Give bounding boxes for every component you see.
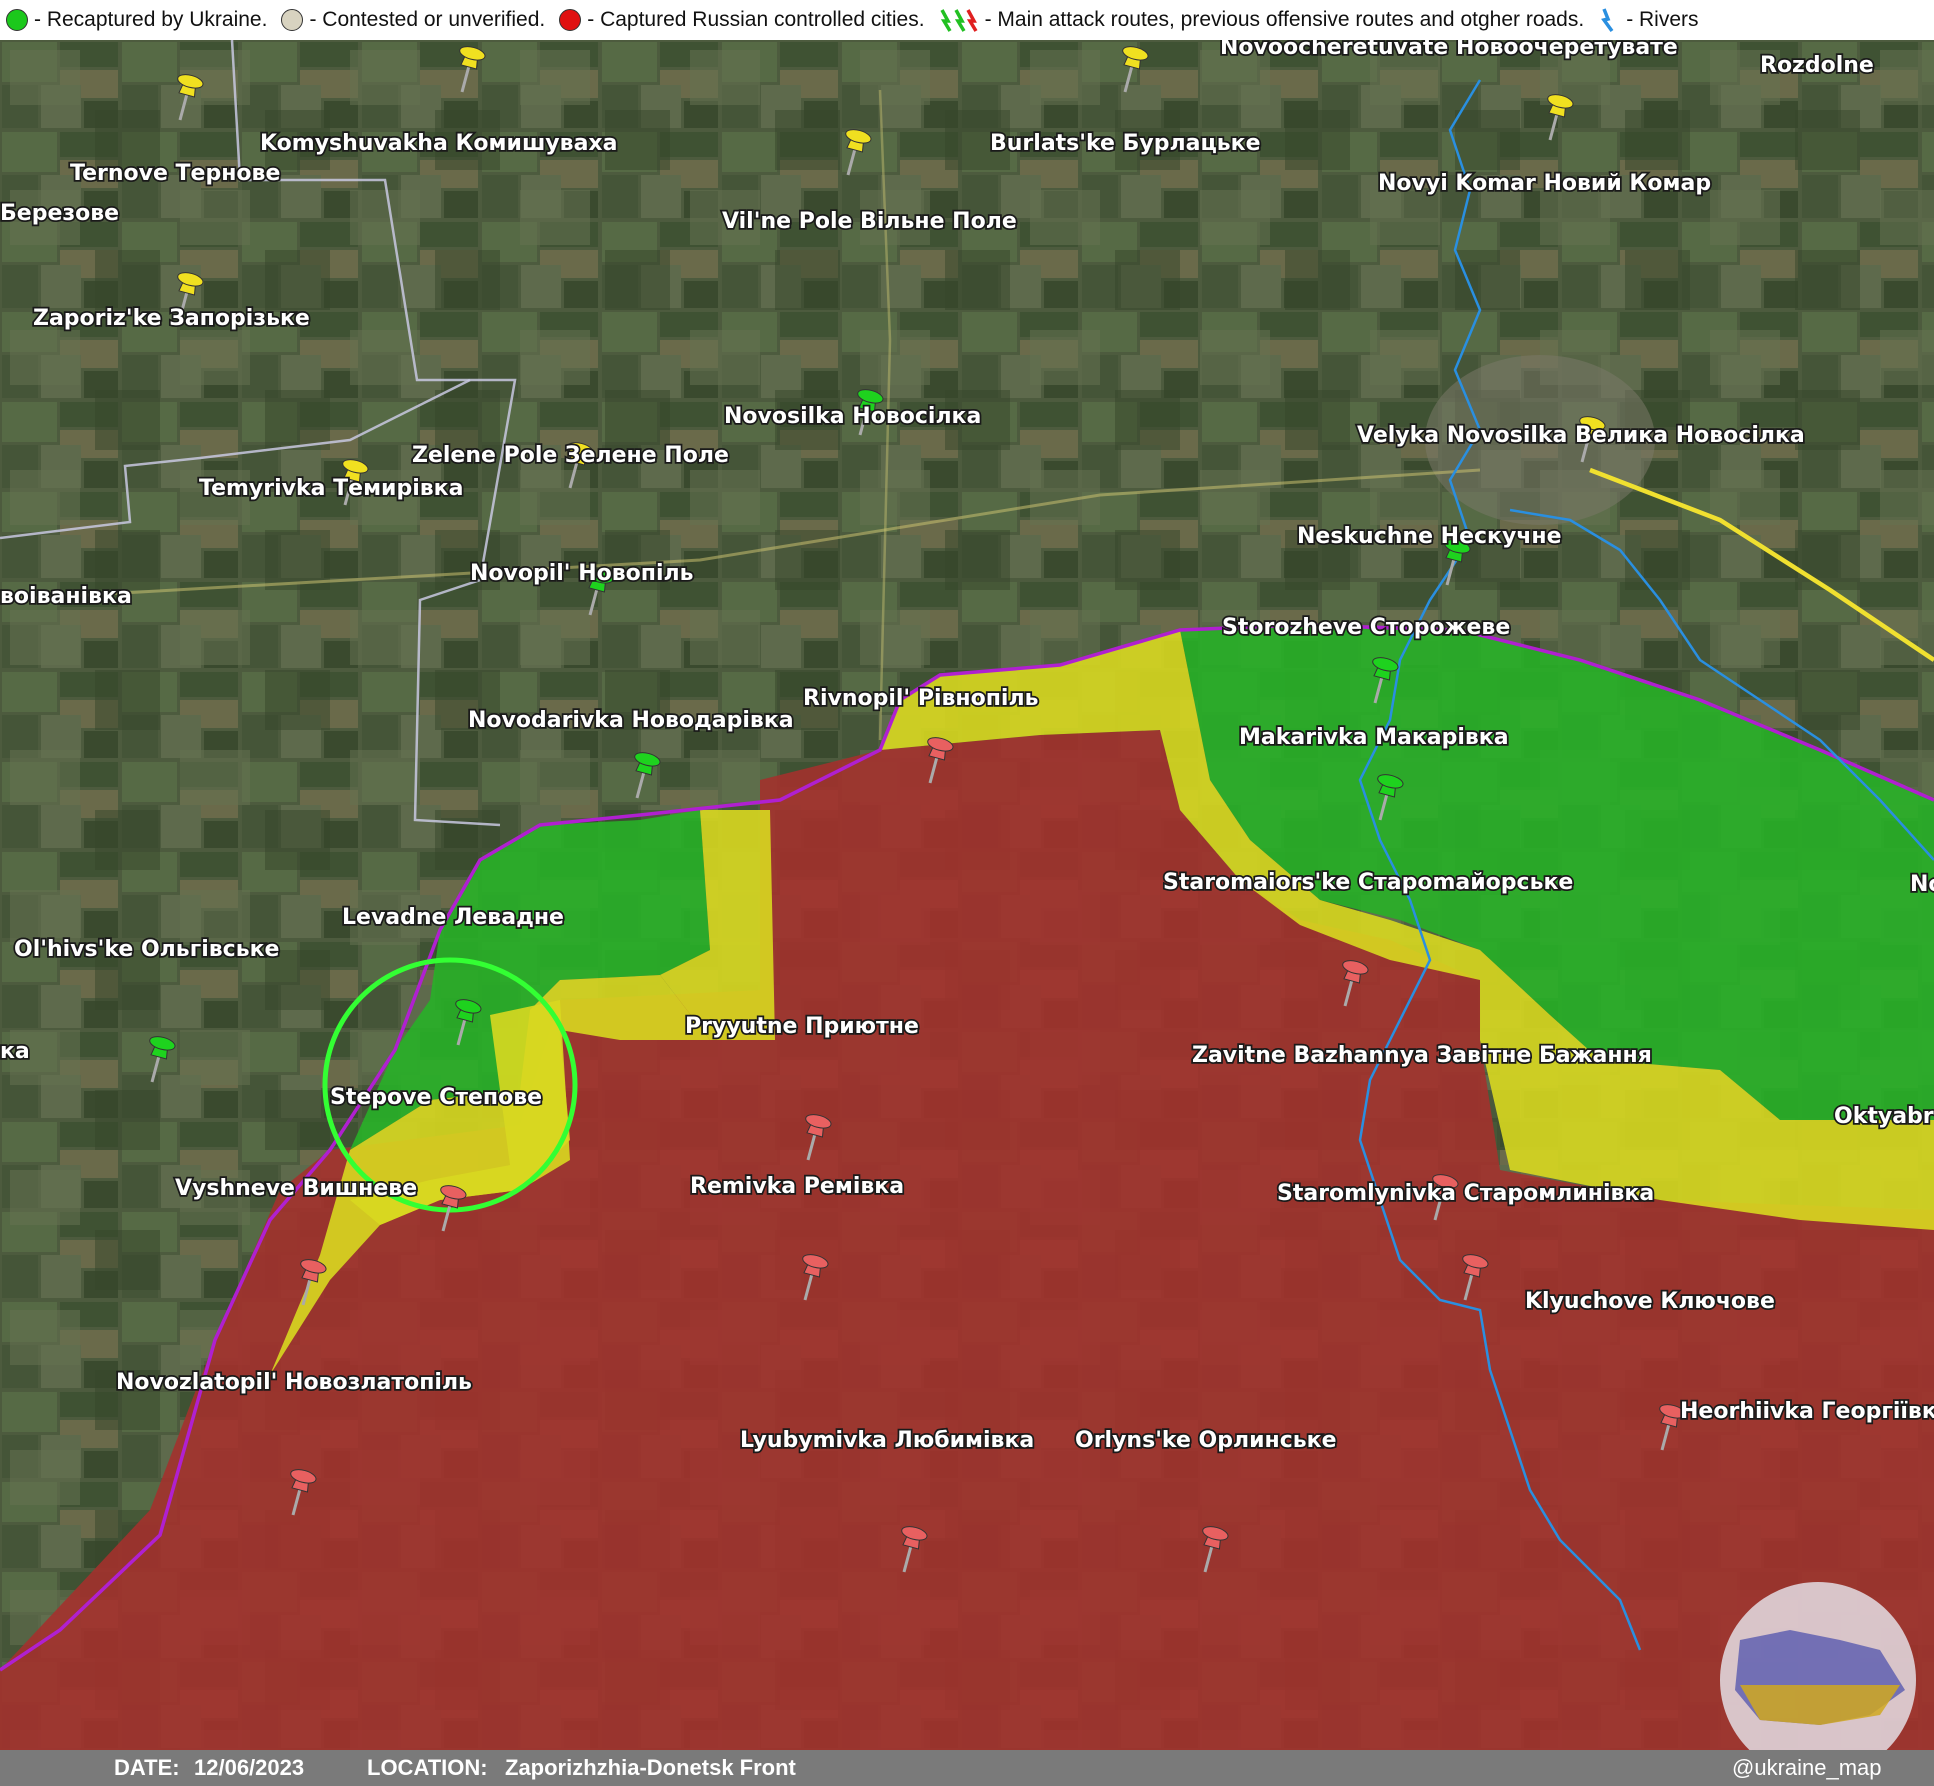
legend-routes: - Main attack routes, previous offensive… [939, 7, 1585, 33]
place-label: Novopil' Новопіль [470, 561, 694, 586]
legend-recaptured-label: - Recaptured by Ukraine. [34, 8, 268, 31]
author-handle: @ukraine_map [1732, 1755, 1882, 1780]
location-label: LOCATION: [367, 1755, 488, 1780]
place-label: Ternove Тернове [70, 161, 280, 186]
place-label: Heorhiivka Георгіївка [1680, 1399, 1934, 1424]
place-label: Vyshneve Вишневе [175, 1176, 417, 1201]
place-label: Novozlatopil' Новозлатопіль [116, 1370, 472, 1395]
place-label: Storozheve Сторожеве [1222, 615, 1510, 640]
place-label: Staromlynivka Старомлинівка [1277, 1181, 1654, 1206]
legend-captured-label: - Captured Russian controlled cities. [587, 8, 925, 31]
map-area[interactable]: Ternove Тернове Komyshuvakha Комишуваха Bu… [0, 40, 1934, 1750]
beige-dot-icon [281, 9, 304, 31]
place-label: воіванівка [0, 584, 132, 609]
place-label: Vil'ne Pole Вільне Поле [722, 209, 1017, 234]
legend-captured: - Captured Russian controlled cities. [559, 8, 925, 32]
place-label: Stepove Степове [330, 1085, 542, 1110]
place-label: No [1910, 872, 1934, 897]
place-label: Lyubymivka Любимівка [740, 1428, 1034, 1453]
place-label: Rozdolne [1760, 53, 1874, 78]
place-label: Oktyabr [1834, 1104, 1934, 1129]
footer-bar: DATE: 12/06/2023 LOCATION: Zaporizhzhia-… [0, 1750, 1934, 1786]
place-label: Березове [0, 201, 119, 226]
place-label: ка [0, 1039, 30, 1064]
place-label: Zavitne Bazhannya Завітне Бажання [1192, 1043, 1652, 1068]
place-label: Orlyns'ke Орлинське [1075, 1428, 1337, 1453]
legend-routes-label: - Main attack routes, previous offensive… [984, 8, 1585, 31]
place-label: Rivnopil' Рівнопіль [803, 686, 1039, 711]
place-label: Makarivka Макарівка [1239, 725, 1509, 750]
place-label: Velyka Novosilka Велика Новосілка [1357, 423, 1805, 448]
attack-route-arrows-icon [940, 9, 978, 32]
place-label: Zelene Pole Зелене Поле [412, 443, 729, 468]
place-label: Temyrivka Темирівка [199, 476, 463, 501]
map-legend: - Recaptured by Ukraine. - Contested or … [0, 0, 1934, 40]
place-label: Zaporiz'ke Запорізьке [33, 306, 310, 331]
place-label: Novoocheretuvate Новоочеретувате [1220, 40, 1678, 60]
river-icon [1601, 8, 1614, 33]
legend-contested: - Contested or unverified. [281, 8, 545, 32]
legend-contested-label: - Contested or unverified. [309, 8, 546, 31]
legend-recaptured: - Recaptured by Ukraine. [6, 8, 267, 32]
date-value: 12/06/2023 [194, 1755, 305, 1780]
place-label: Novodarivka Новодарівка [468, 708, 794, 733]
place-label: Burlats'ke Бурлацьке [990, 131, 1261, 156]
green-dot-icon [6, 9, 28, 31]
place-label: Komyshuvakha Комишуваха [260, 131, 617, 156]
place-label: Ol'hivs'ke Ольгівське [14, 937, 279, 962]
place-label: Klyuchove Ключове [1525, 1289, 1775, 1314]
place-label: Pryyutne Приютне [685, 1014, 919, 1039]
place-label: Novosilka Новосілка [724, 404, 981, 429]
place-label: Neskuchne Нескучне [1297, 524, 1562, 549]
location-value: Zaporizhzhia-Donetsk Front [505, 1755, 796, 1780]
legend-rivers: - Rivers [1598, 7, 1699, 33]
place-label: Remivka Ремівка [690, 1174, 904, 1199]
place-label: Novyi Komar Новий Комар [1378, 171, 1711, 196]
date-label: DATE: [114, 1755, 180, 1780]
place-label: Staromaiors'ke Староmaйорське [1163, 870, 1573, 895]
legend-rivers-label: - Rivers [1626, 8, 1699, 31]
map-canvas[interactable]: Ternove Тернове Komyshuvakha Комишуваха Bu… [0, 40, 1934, 1750]
place-label: Levadne Левадне [342, 905, 564, 930]
red-dot-icon [559, 9, 582, 31]
